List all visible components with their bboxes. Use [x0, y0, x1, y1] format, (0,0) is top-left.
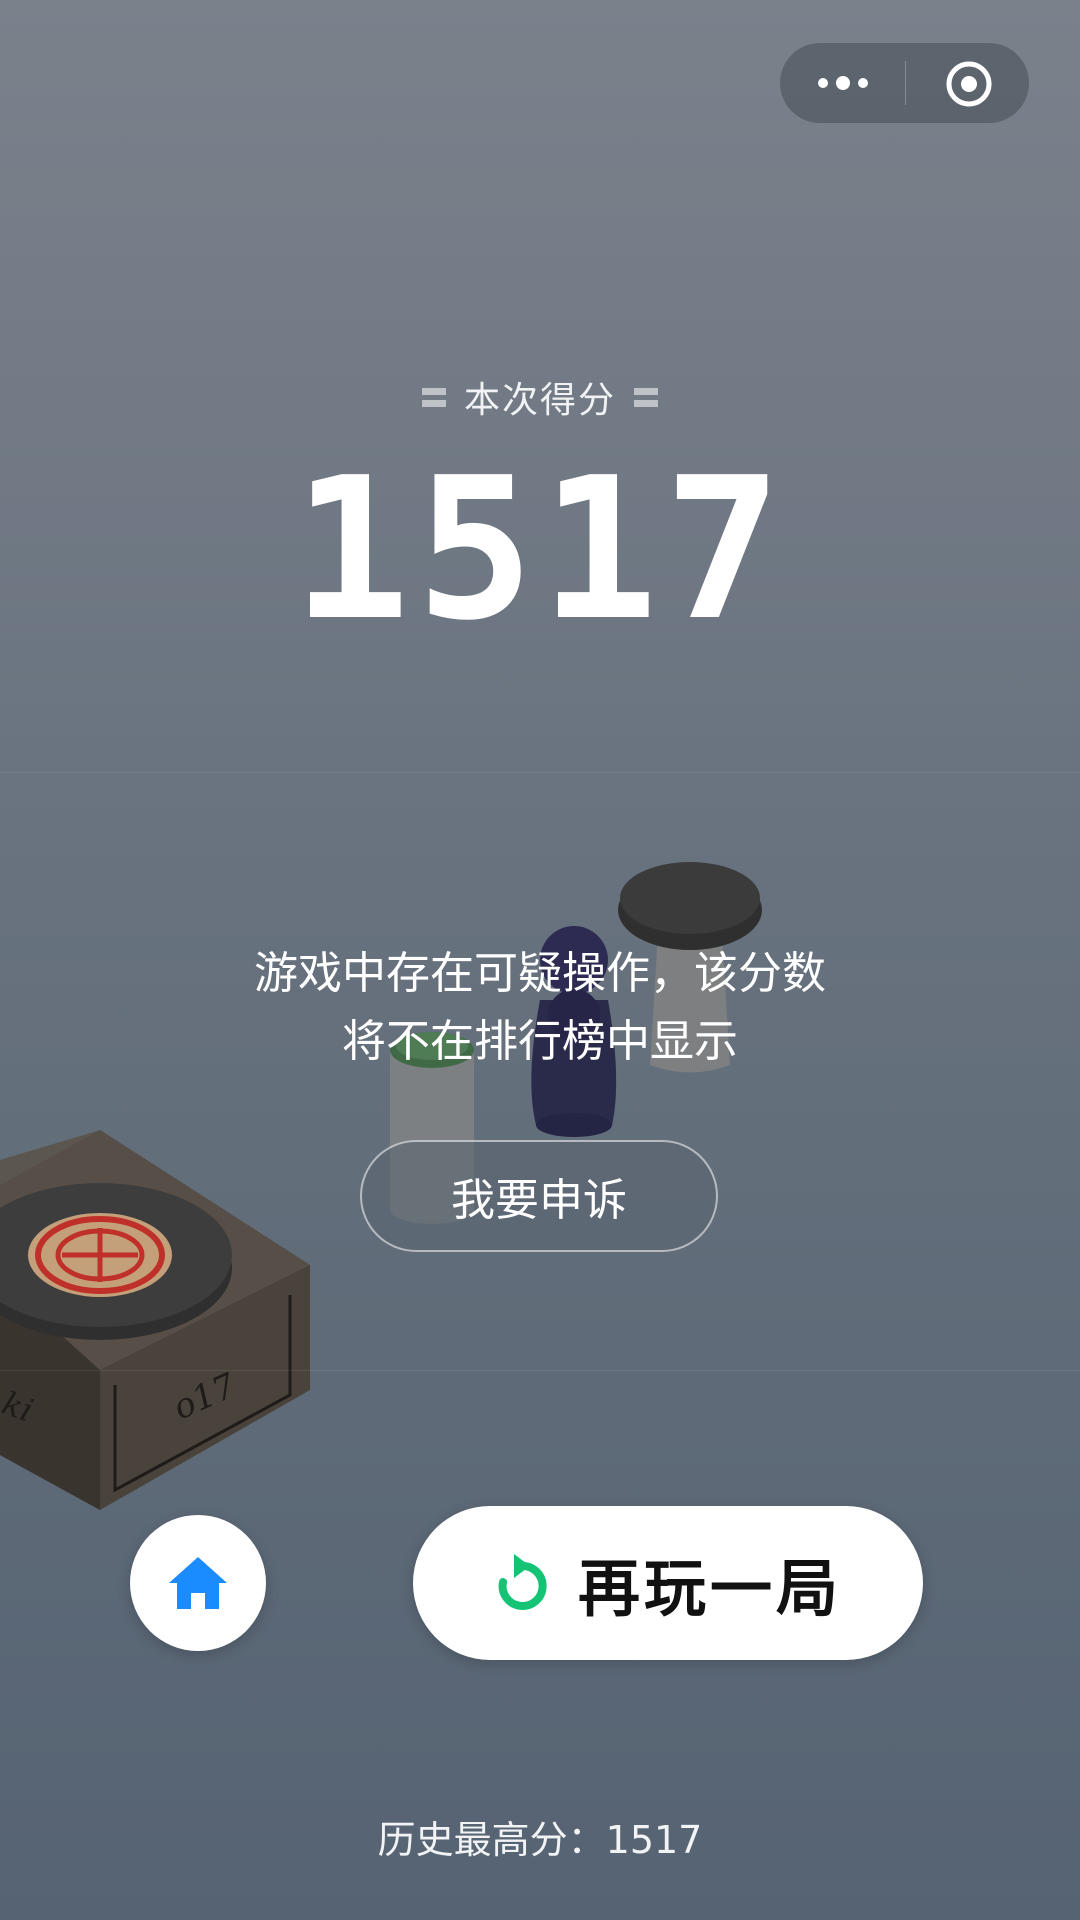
best-score-label: 历史最高分： — [377, 1818, 606, 1862]
decoration-bars-left — [421, 385, 446, 409]
appeal-button-label: 我要申诉 — [451, 1175, 627, 1226]
suspicious-warning: 游戏中存在可疑操作，该分数 将不在排行榜中显示 — [140, 940, 940, 1076]
game-over-screen: o17 ki 本次得分 1517 游戏中存在可疑操作，该分数 将不在排行榜中显示… — [0, 0, 1080, 1920]
replay-icon — [494, 1552, 550, 1614]
play-again-label: 再玩一局 — [577, 1552, 842, 1625]
best-score-row: 历史最高分：1517 — [0, 1810, 1080, 1870]
more-button[interactable] — [780, 43, 905, 123]
score-label: 本次得分 — [463, 380, 616, 421]
mini-program-capsule — [779, 42, 1030, 124]
current-score: 1517 — [291, 436, 788, 664]
play-again-button[interactable]: 再玩一局 — [413, 1506, 923, 1660]
divider-line — [0, 772, 1080, 773]
divider-line — [0, 1370, 1080, 1371]
decoration-bars-right — [634, 385, 658, 409]
home-button[interactable] — [130, 1515, 266, 1651]
appeal-button[interactable]: 我要申诉 — [360, 1140, 718, 1252]
best-score-value: 1517 — [605, 1818, 703, 1862]
close-button[interactable] — [906, 43, 1030, 123]
warning-line-1: 游戏中存在可疑操作，该分数 — [254, 948, 826, 999]
home-icon — [169, 1557, 227, 1609]
target-circle-icon — [946, 61, 992, 107]
box-platform: o17 ki — [0, 1130, 310, 1510]
warning-line-2: 将不在排行榜中显示 — [342, 1016, 738, 1067]
more-dots-icon — [818, 76, 868, 90]
score-label-row: 本次得分 — [0, 372, 1080, 422]
